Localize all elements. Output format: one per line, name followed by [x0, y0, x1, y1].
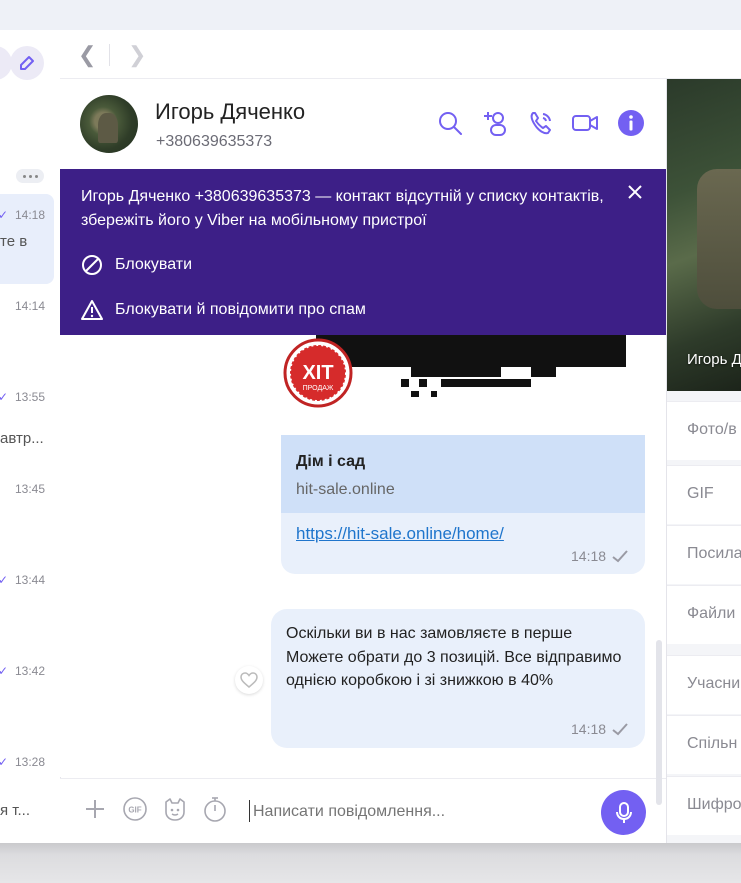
chat-snippet: автр...: [0, 430, 44, 447]
back-arrow-icon[interactable]: ❮: [78, 42, 96, 68]
chat-time: 13:55: [14, 390, 45, 404]
read-tick: ✓: [0, 664, 8, 678]
warning-icon: [81, 300, 103, 320]
unknown-contact-banner: Игорь Дяченко +380639635373 — контакт ві…: [60, 169, 666, 335]
panel-item-gif[interactable]: GIF: [667, 465, 741, 524]
panel-contact-name: Игорь Д: [687, 351, 741, 368]
panel-item-label: Файли: [687, 605, 736, 622]
panel-item-files[interactable]: Файли: [667, 585, 741, 644]
timer-icon[interactable]: [202, 796, 228, 822]
add-participant-icon[interactable]: [481, 109, 509, 137]
messages-scrollbar[interactable]: [656, 640, 662, 805]
banner-message: Игорь Дяченко +380639635373 — контакт ві…: [81, 188, 604, 229]
panel-item-label: Учасни: [687, 675, 741, 692]
plus-icon[interactable]: [82, 796, 108, 822]
block-button[interactable]: Блокувати: [81, 254, 192, 276]
avatar[interactable]: [80, 95, 138, 153]
message-time: 14:18: [571, 721, 607, 737]
chat-time: 14:18: [14, 208, 45, 222]
voice-message-button[interactable]: [601, 790, 646, 835]
chat-time: 13:42: [14, 664, 45, 678]
chat-list: ✓ 14:18 те в 14:14 ✓ 13:55 автр... 13:45…: [0, 30, 61, 843]
contact-photo[interactable]: Игорь Д: [667, 79, 741, 391]
sent-check-icon: [612, 550, 628, 563]
sticker-icon[interactable]: [162, 796, 188, 822]
chat-time: 13:28: [14, 755, 45, 769]
chat-snippet: те в: [0, 233, 28, 250]
like-heart-icon[interactable]: [235, 666, 263, 694]
chat-snippet: я т...: [0, 802, 30, 819]
text-message[interactable]: Оскільки ви в нас замовляєте в перше Мож…: [271, 609, 645, 748]
panel-item-label: Шифро: [687, 796, 741, 813]
chat-time: 13:45: [14, 482, 45, 496]
block-icon: [82, 255, 102, 275]
read-tick: ✓: [0, 573, 8, 587]
message-input[interactable]: [251, 796, 585, 828]
panel-item-label: Посила: [687, 545, 741, 562]
block-report-spam-button[interactable]: Блокувати й повідомити про спам: [81, 299, 366, 321]
compose-icon: [20, 56, 34, 70]
panel-item-participants[interactable]: Учасни: [667, 655, 741, 714]
chat-header: Игорь Дяченко +380639635373: [60, 79, 666, 169]
panel-item-label: GIF: [687, 485, 714, 502]
window-shadow: [0, 843, 741, 883]
read-tick: ✓: [0, 208, 8, 222]
link-preview-title: Дім і сад: [296, 453, 366, 470]
badge-subtext: ПРОДАЖ: [303, 385, 334, 392]
close-icon[interactable]: [626, 183, 644, 201]
more-options-button[interactable]: [16, 169, 44, 183]
panel-item-label: Фото/в: [687, 421, 737, 438]
message-composer: GIF: [60, 778, 666, 843]
message-link[interactable]: https://hit-sale.online/home/: [296, 524, 504, 544]
link-preview-domain: hit-sale.online: [296, 481, 395, 498]
panel-item-encryption[interactable]: Шифро: [667, 776, 741, 835]
info-icon[interactable]: [617, 109, 645, 137]
panel-item-links[interactable]: Посила: [667, 525, 741, 584]
message-time: 14:18: [571, 548, 607, 564]
link-preview-message[interactable]: ХІТ ПРОДАЖ Дім і сад hit-sale.online htt…: [281, 309, 645, 574]
search-icon[interactable]: [436, 109, 464, 137]
read-tick: ✓: [0, 390, 8, 404]
block-label: Блокувати: [115, 256, 193, 273]
chat-time: 14:14: [14, 299, 45, 313]
message-text: Оскільки ви в нас замовляєте в перше Мож…: [286, 625, 622, 689]
read-tick: ✓: [0, 755, 8, 769]
svg-text:GIF: GIF: [128, 806, 141, 815]
block-report-label: Блокувати й повідомити про спам: [115, 301, 366, 318]
badge-text: ХІТ: [302, 362, 333, 384]
nav-divider: [109, 44, 110, 66]
window-top-bar: [0, 0, 741, 31]
contact-info-panel: Игорь Д Фото/в GIF Посила Файли Учасни С…: [666, 79, 741, 843]
contact-name: Игорь Дяченко: [155, 99, 306, 124]
navigation-bar: ❮ ❯: [60, 30, 741, 79]
microphone-icon: [615, 801, 632, 823]
chat-time: 13:44: [14, 573, 45, 587]
sent-check-icon: [612, 723, 628, 736]
panel-item-label: Спільн: [687, 735, 738, 752]
link-preview-meta[interactable]: Дім і сад hit-sale.online: [281, 435, 645, 513]
panel-item-photos[interactable]: Фото/в: [667, 401, 741, 460]
panel-item-common-groups[interactable]: Спільн: [667, 715, 741, 774]
voice-call-icon[interactable]: [527, 109, 555, 137]
contact-phone: +380639635373: [156, 133, 273, 150]
video-call-icon[interactable]: [571, 109, 599, 137]
text-caret: [249, 800, 250, 822]
gif-icon[interactable]: GIF: [122, 796, 148, 822]
forward-arrow-icon[interactable]: ❯: [128, 42, 146, 68]
viber-window: ✓ 14:18 те в 14:14 ✓ 13:55 автр... 13:45…: [0, 30, 741, 843]
compose-button[interactable]: [10, 46, 44, 80]
